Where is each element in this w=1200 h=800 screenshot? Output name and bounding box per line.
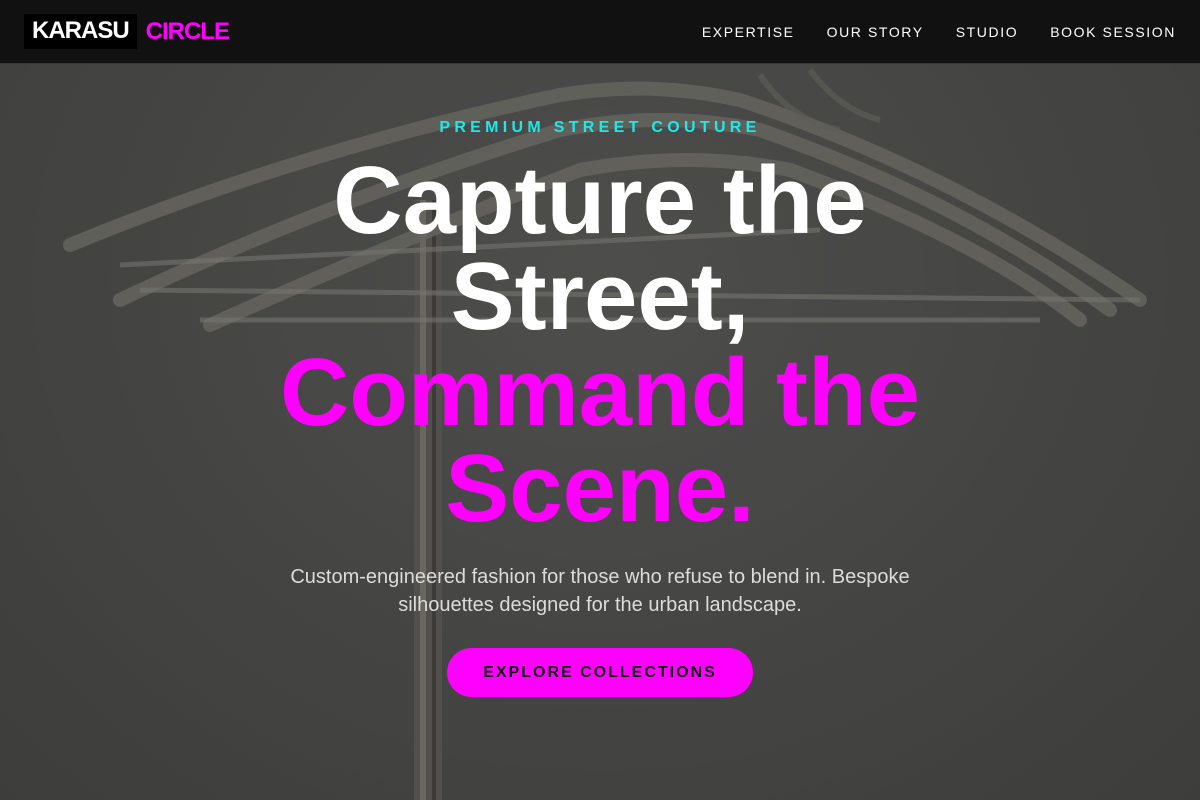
nav-link-book-session[interactable]: BOOK SESSION [1050, 24, 1176, 40]
nav-link-expertise[interactable]: EXPERTISE [702, 24, 795, 40]
nav-link-our-story[interactable]: OUR STORY [827, 24, 924, 40]
hero-section: PREMIUM STREET COUTURE Capture the Stree… [0, 64, 1200, 800]
brand-logo-part1: KARASU [24, 14, 137, 49]
main-nav: EXPERTISE OUR STORY STUDIO BOOK SESSION [702, 24, 1176, 40]
headline-line-2: Street, [450, 243, 750, 350]
hero-headline: Capture the Street, Command the Scene. [280, 153, 920, 537]
nav-link-studio[interactable]: STUDIO [956, 24, 1019, 40]
headline-line-3: Command the [279, 339, 921, 446]
hero-eyebrow: PREMIUM STREET COUTURE [439, 119, 761, 136]
explore-collections-button[interactable]: EXPLORE COLLECTIONS [447, 648, 753, 697]
hero-description: Custom-engineered fashion for those who … [290, 566, 910, 616]
headline-line-1: Capture the [333, 147, 867, 254]
top-navbar: KARASU CIRCLE EXPERTISE OUR STORY STUDIO… [0, 0, 1200, 64]
brand-logo[interactable]: KARASU CIRCLE [24, 14, 230, 49]
headline-line-4: Scene. [445, 435, 755, 542]
brand-logo-part2: CIRCLE [145, 17, 230, 45]
